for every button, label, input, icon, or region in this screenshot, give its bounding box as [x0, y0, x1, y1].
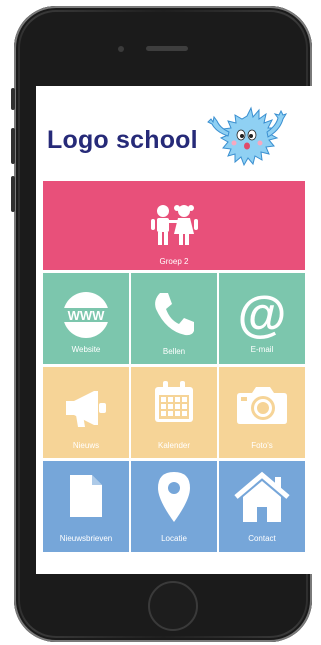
tile-kalender[interactable]: Kalender: [131, 367, 217, 458]
front-camera: [118, 46, 124, 52]
tile-label: Foto's: [251, 441, 273, 450]
calendar-icon: [155, 381, 193, 422]
app-screen: Logo school Groep 2 WWW Website Bellen @…: [36, 86, 312, 574]
tile-groep-2[interactable]: Groep 2: [43, 181, 305, 270]
location-pin-icon: [158, 472, 190, 522]
tile-label: Nieuwsbrieven: [59, 534, 113, 543]
camera-icon: [237, 387, 287, 424]
tile-website[interactable]: WWW Website: [43, 273, 129, 364]
tile-label: Groep 2: [159, 257, 189, 266]
www-icon: WWW: [62, 292, 110, 338]
megaphone-icon: [66, 391, 106, 427]
tile-contact[interactable]: Contact: [219, 461, 305, 552]
tile-e-mail[interactable]: @ E-mail: [219, 273, 305, 364]
tile-bellen[interactable]: Bellen: [131, 273, 217, 364]
tile-label: Contact: [248, 534, 276, 543]
tile-label: Nieuws: [72, 441, 100, 450]
app-header: Logo school: [36, 86, 312, 180]
volume-up-button: [11, 128, 15, 164]
tile-locatie[interactable]: Locatie: [131, 461, 217, 552]
mascot-icon: [207, 106, 288, 167]
tile-label: Website: [71, 345, 101, 354]
children-icon: [151, 205, 198, 245]
document-icon: [70, 475, 102, 517]
tile-nieuwsbrieven[interactable]: Nieuwsbrieven: [43, 461, 129, 552]
svg-text:WWW: WWW: [68, 308, 106, 323]
at-sign-icon: @: [238, 287, 287, 339]
tile-fotos[interactable]: Foto's: [219, 367, 305, 458]
tile-label: E-mail: [250, 345, 274, 354]
tile-label: Bellen: [162, 347, 186, 356]
home-button[interactable]: [148, 581, 198, 631]
svg-text:@: @: [238, 287, 287, 339]
logo-text: Logo school: [47, 126, 198, 154]
tile-nieuws[interactable]: Nieuws: [43, 367, 129, 458]
earpiece-speaker: [146, 46, 188, 51]
mute-switch: [11, 88, 15, 110]
phone-icon: [155, 293, 194, 336]
tile-label: Locatie: [161, 534, 187, 543]
home-icon: [234, 471, 290, 522]
volume-down-button: [11, 176, 15, 212]
tile-label: Kalender: [157, 441, 191, 450]
